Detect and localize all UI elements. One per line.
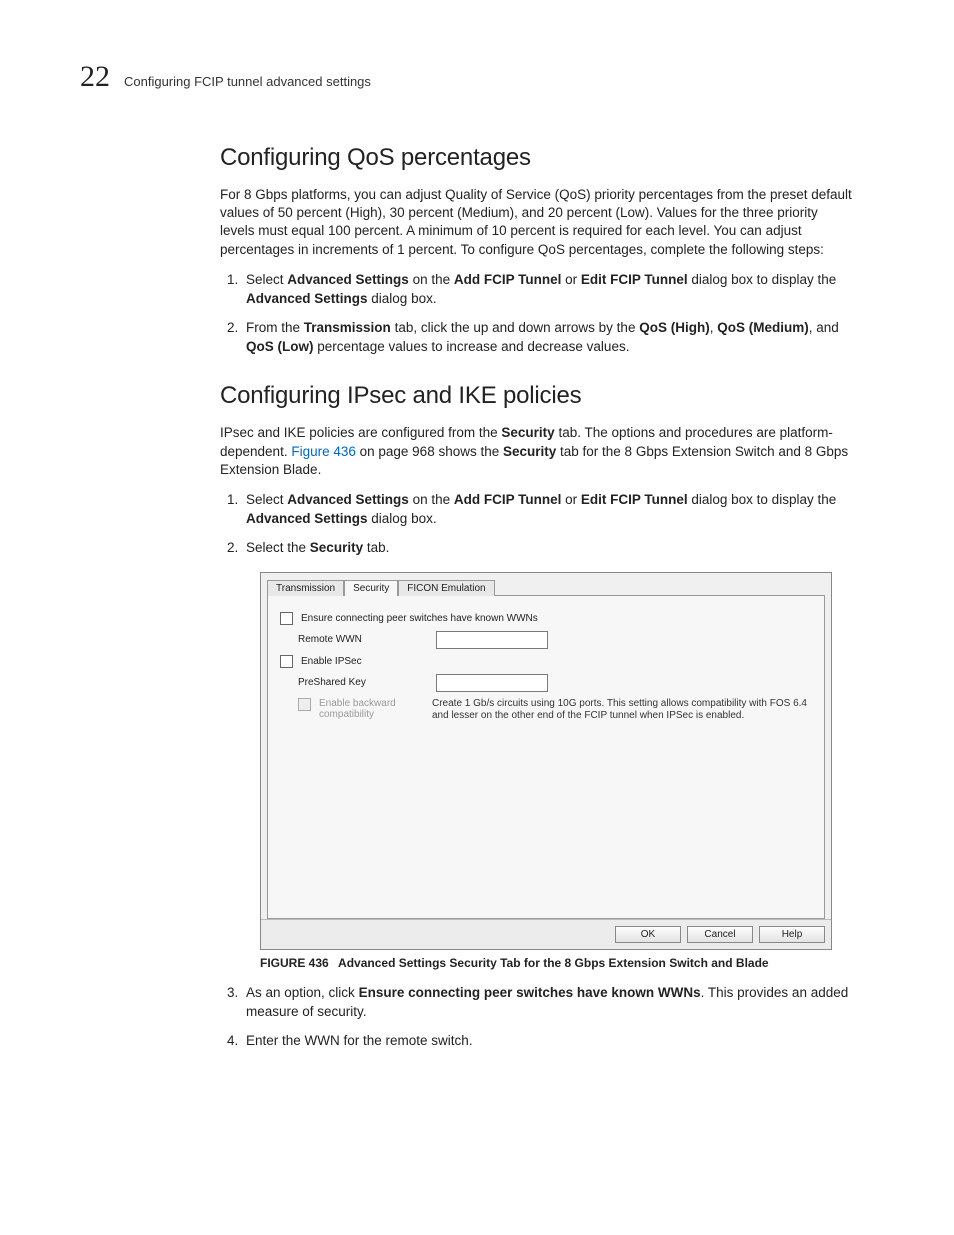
bold-text: Advanced Settings xyxy=(287,272,409,287)
bold-text: Security xyxy=(501,425,554,440)
figure-title: Advanced Settings Security Tab for the 8… xyxy=(338,956,769,970)
text: on the xyxy=(409,492,454,507)
chapter-number: 22 xyxy=(80,60,110,94)
list-item: Select the Security tab. xyxy=(242,539,854,558)
bold-text: Add FCIP Tunnel xyxy=(454,492,562,507)
ensure-known-wwns-label: Ensure connecting peer switches have kno… xyxy=(301,613,538,624)
bold-text: Security xyxy=(503,444,556,459)
qos-intro: For 8 Gbps platforms, you can adjust Qua… xyxy=(220,186,854,259)
bold-text: QoS (Low) xyxy=(246,339,314,354)
bold-text: Advanced Settings xyxy=(246,511,368,526)
text: or xyxy=(561,492,581,507)
text: dialog box. xyxy=(368,291,437,306)
remote-wwn-input[interactable] xyxy=(436,631,548,649)
figure-xref-link[interactable]: Figure 436 xyxy=(291,444,356,459)
bold-text: Add FCIP Tunnel xyxy=(454,272,562,287)
backward-compat-checkbox xyxy=(298,698,311,711)
bold-text: Advanced Settings xyxy=(246,291,368,306)
text: Select xyxy=(246,492,287,507)
text: dialog box to display the xyxy=(688,492,837,507)
qos-steps: Select Advanced Settings on the Add FCIP… xyxy=(220,271,854,357)
list-item: Select Advanced Settings on the Add FCIP… xyxy=(242,491,854,529)
ipsec-intro: IPsec and IKE policies are configured fr… xyxy=(220,424,854,479)
security-panel: Ensure connecting peer switches have kno… xyxy=(267,596,825,919)
list-item: Select Advanced Settings on the Add FCIP… xyxy=(242,271,854,309)
tab-ficon-emulation[interactable]: FICON Emulation xyxy=(398,580,494,596)
text: As an option, click xyxy=(246,985,359,1000)
remote-wwn-label: Remote WWN xyxy=(298,634,428,645)
text: on the xyxy=(409,272,454,287)
list-item: As an option, click Ensure connecting pe… xyxy=(242,984,854,1022)
dialog-tabs: Transmission Security FICON Emulation xyxy=(267,579,825,596)
text: From the xyxy=(246,320,304,335)
enable-ipsec-checkbox[interactable] xyxy=(280,655,293,668)
enable-ipsec-label: Enable IPSec xyxy=(301,656,362,667)
page-header: 22 Configuring FCIP tunnel advanced sett… xyxy=(80,60,874,94)
text: or xyxy=(561,272,581,287)
section-title-ipsec: Configuring IPsec and IKE policies xyxy=(220,382,854,410)
advanced-settings-dialog: Transmission Security FICON Emulation En… xyxy=(260,572,832,950)
text: IPsec and IKE policies are configured fr… xyxy=(220,425,501,440)
ok-button[interactable]: OK xyxy=(615,926,681,943)
figure-caption: FIGURE 436 Advanced Settings Security Ta… xyxy=(260,956,854,970)
bold-text: Security xyxy=(310,540,363,555)
text: dialog box to display the xyxy=(688,272,837,287)
tab-transmission[interactable]: Transmission xyxy=(267,580,344,596)
running-head: Configuring FCIP tunnel advanced setting… xyxy=(124,74,371,89)
text: Select xyxy=(246,272,287,287)
backward-compat-label: Enable backward compatibility xyxy=(319,698,424,720)
ipsec-steps-2: As an option, click Ensure connecting pe… xyxy=(220,984,854,1051)
bold-text: QoS (Medium) xyxy=(717,320,809,335)
help-button[interactable]: Help xyxy=(759,926,825,943)
text: tab. xyxy=(363,540,389,555)
bold-text: Transmission xyxy=(304,320,391,335)
dialog-button-bar: OK Cancel Help xyxy=(261,919,831,949)
list-item: Enter the WWN for the remote switch. xyxy=(242,1032,854,1051)
figure-label: FIGURE 436 xyxy=(260,956,329,970)
bold-text: Edit FCIP Tunnel xyxy=(581,272,688,287)
bold-text: Advanced Settings xyxy=(287,492,409,507)
bold-text: QoS (High) xyxy=(639,320,710,335)
bold-text: Ensure connecting peer switches have kno… xyxy=(359,985,701,1000)
cancel-button[interactable]: Cancel xyxy=(687,926,753,943)
ipsec-steps-1: Select Advanced Settings on the Add FCIP… xyxy=(220,491,854,558)
bold-text: Edit FCIP Tunnel xyxy=(581,492,688,507)
text: on page 968 shows the xyxy=(356,444,503,459)
text: Enter the WWN for the remote switch. xyxy=(246,1033,473,1048)
backward-compat-description: Create 1 Gb/s circuits using 10G ports. … xyxy=(432,698,812,722)
text: , and xyxy=(809,320,839,335)
text: percentage values to increase and decrea… xyxy=(314,339,630,354)
section-title-qos: Configuring QoS percentages xyxy=(220,144,854,172)
figure-436: Transmission Security FICON Emulation En… xyxy=(260,572,854,970)
text: dialog box. xyxy=(368,511,437,526)
text: tab, click the up and down arrows by the xyxy=(391,320,639,335)
preshared-key-label: PreShared Key xyxy=(298,677,428,688)
list-item: From the Transmission tab, click the up … xyxy=(242,319,854,357)
ensure-known-wwns-checkbox[interactable] xyxy=(280,612,293,625)
text: Select the xyxy=(246,540,310,555)
tab-security[interactable]: Security xyxy=(344,580,398,596)
preshared-key-input[interactable] xyxy=(436,674,548,692)
